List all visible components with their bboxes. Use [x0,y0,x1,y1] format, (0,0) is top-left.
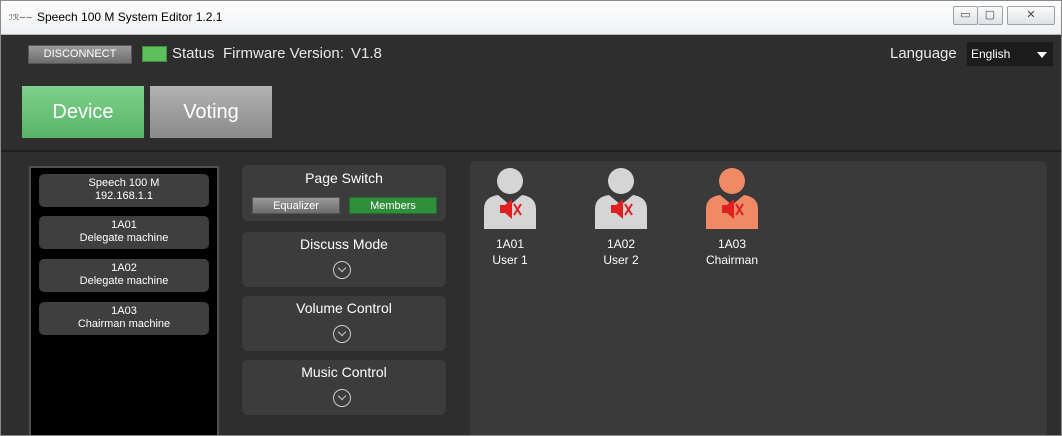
divider [1,150,1061,152]
member-id: 1A02 [606,237,636,251]
app-icon: ℐℛ∼∼ [9,13,33,22]
member-1a03[interactable]: 1A03 Chairman [692,165,772,267]
member-id: 1A03 [717,237,747,251]
discuss-mode-panel: Discuss Mode [242,232,446,287]
music-control-title: Music Control [301,364,387,380]
minimize-icon: ▭ [960,9,971,21]
member-id: 1A01 [495,237,525,251]
page-switch-title: Page Switch [305,170,383,186]
top-toolbar: DISCONNECT Status Firmware Version: V1.8… [1,35,1061,73]
discuss-mode-title: Discuss Mode [300,236,388,252]
close-icon: ✕ [1026,9,1036,21]
main-content: DISCONNECT Status Firmware Version: V1.8… [1,35,1061,435]
maximize-button[interactable]: ▢ [978,6,1003,25]
close-button[interactable]: ✕ [1007,6,1055,25]
status-indicator [142,46,167,62]
member-name: User 1 [492,253,528,267]
device-list: Speech 100 M 192.168.1.1 1A01 Delegate m… [29,166,219,435]
member-name: Chairman [705,253,759,267]
language-value: English [971,47,1011,61]
disconnect-button[interactable]: DISCONNECT [28,45,132,64]
expand-volume-control-icon[interactable] [333,325,351,343]
equalizer-button[interactable]: Equalizer [252,197,340,214]
expand-music-control-icon[interactable] [333,389,351,407]
device-item-host[interactable]: Speech 100 M 192.168.1.1 [39,174,209,207]
language-label: Language [890,45,957,62]
music-control-panel: Music Control [242,360,446,415]
device-item-1a01[interactable]: 1A01 Delegate machine [39,216,209,249]
user-avatar-icon [595,168,647,229]
member-1a01[interactable]: 1A01 User 1 [470,165,550,267]
minimize-button[interactable]: ▭ [953,6,978,25]
volume-control-title: Volume Control [296,300,392,316]
page-switch-panel: Page Switch Equalizer Members [242,165,446,221]
device-type: Delegate machine [79,275,169,287]
members-button[interactable]: Members [349,197,437,214]
dropdown-caret-icon [1037,52,1047,58]
firmware-value: V1.8 [351,45,382,62]
device-type: Chairman machine [77,318,171,330]
app-window: ℐℛ∼∼ Speech 100 M System Editor 1.2.1 ▭ … [0,0,1062,436]
device-id: 1A02 [111,262,137,274]
window-title: Speech 100 M System Editor 1.2.1 [37,10,223,24]
device-id: 1A01 [111,219,137,231]
device-item-1a02[interactable]: 1A02 Delegate machine [39,259,209,292]
title-bar: ℐℛ∼∼ Speech 100 M System Editor 1.2.1 ▭ … [1,1,1061,35]
expand-discuss-mode-icon[interactable] [333,261,351,279]
status-label: Status [172,45,215,62]
tab-device[interactable]: Device [22,86,144,138]
member-1a02[interactable]: 1A02 User 2 [581,165,661,267]
tab-voting[interactable]: Voting [150,86,272,138]
device-name: Speech 100 M [88,177,160,189]
chairman-avatar-icon [706,168,758,229]
volume-control-panel: Volume Control [242,296,446,351]
device-address: 192.168.1.1 [94,190,154,202]
language-select[interactable]: English [967,42,1053,66]
user-avatar-icon [484,168,536,229]
device-type: Delegate machine [79,232,169,244]
device-id: 1A03 [111,305,137,317]
device-item-1a03[interactable]: 1A03 Chairman machine [39,302,209,335]
firmware-label: Firmware Version: [223,45,344,62]
maximize-icon: ▢ [984,9,996,21]
member-name: User 2 [603,253,639,267]
members-panel: 1A01 User 1 1A02 User 2 1A03 Chairman [470,161,1047,435]
